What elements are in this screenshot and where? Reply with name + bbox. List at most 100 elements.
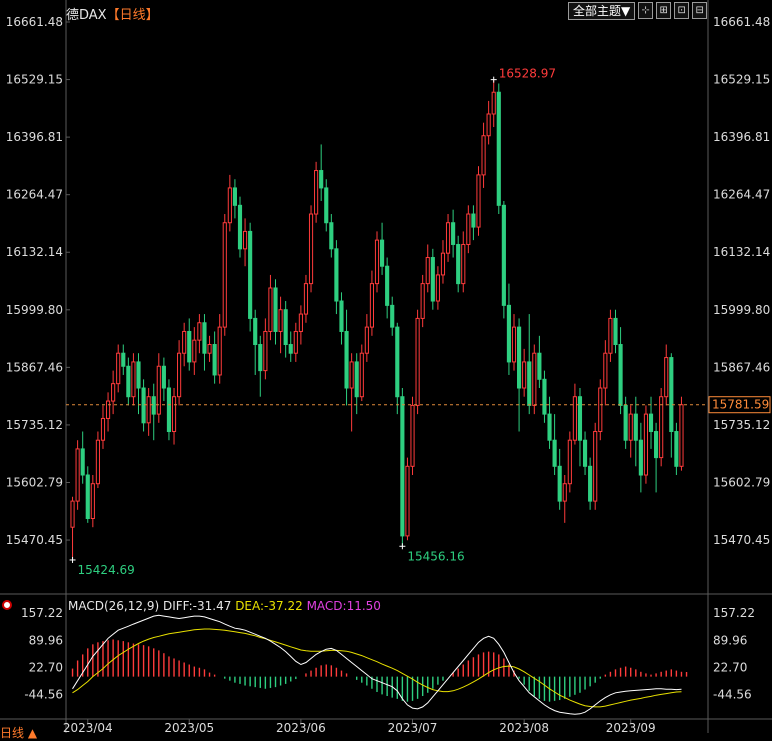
theme-select-button[interactable]: 全部主题▼ — [568, 2, 636, 20]
candle — [308, 213, 314, 285]
macd-tick-label-left: 157.22 — [21, 606, 63, 620]
candle — [659, 396, 664, 459]
toolbar: 全部主题▼ ⊹ ⊞ ⊡ ⊟ — [568, 2, 708, 20]
candle — [182, 330, 187, 354]
candle — [511, 326, 517, 363]
candle — [354, 361, 359, 398]
y-tick-label-left: 15735.12 — [6, 418, 63, 432]
candle — [588, 465, 593, 502]
candle — [212, 344, 217, 376]
y-tick-label-left: 16132.14 — [6, 245, 63, 259]
candle — [385, 265, 390, 306]
candle — [232, 187, 237, 206]
candle — [532, 352, 537, 406]
candle — [496, 91, 501, 206]
candle — [476, 174, 481, 228]
candle — [415, 317, 420, 406]
candle — [283, 309, 288, 346]
candle — [374, 239, 380, 285]
candle — [643, 413, 649, 476]
candle — [293, 330, 298, 354]
candle — [618, 344, 623, 406]
extreme-label: 15456.16 — [407, 549, 464, 563]
candle — [547, 413, 552, 441]
x-tick-label: 2023/06 — [276, 721, 326, 733]
y-tick-label-left: 15999.80 — [6, 303, 63, 317]
candle — [202, 322, 207, 354]
candle — [263, 330, 268, 372]
candle — [603, 352, 608, 389]
candle — [177, 352, 182, 398]
candle — [400, 396, 405, 537]
zoom-icon[interactable]: ⊡ — [674, 2, 690, 19]
candle — [628, 413, 633, 441]
candle — [582, 439, 588, 467]
candle — [105, 400, 111, 419]
candle — [100, 417, 106, 441]
candle — [613, 317, 618, 346]
candle — [95, 439, 100, 485]
candle — [608, 317, 613, 354]
candle — [171, 396, 177, 433]
y-tick-label-right: 15470.45 — [713, 533, 770, 547]
candle — [248, 230, 253, 319]
candle — [70, 500, 75, 528]
macd-tick-label-right: 22.70 — [713, 660, 747, 674]
extreme-label: 16528.97 — [499, 67, 556, 81]
candle — [288, 344, 293, 354]
candle — [552, 439, 557, 467]
candle — [461, 243, 466, 285]
macd-tick-label-right: 89.96 — [713, 633, 747, 647]
y-tick-label-right: 16264.47 — [713, 188, 770, 202]
candle — [80, 448, 85, 476]
candle — [501, 204, 506, 306]
candle — [481, 135, 486, 176]
candle — [349, 361, 354, 389]
candle — [430, 257, 435, 302]
indicator-dot-icon[interactable] — [2, 600, 12, 610]
candlestick-chart[interactable]: 15470.45 15470.45 15602.79 15602.79 15735.12… — [0, 0, 772, 733]
candle — [654, 431, 659, 459]
candle — [674, 431, 679, 467]
candle — [136, 361, 141, 389]
macd-tick-label-left: 22.70 — [29, 660, 63, 674]
y-tick-label-right: 15602.79 — [713, 475, 770, 489]
candle — [435, 274, 440, 302]
candle — [197, 322, 202, 341]
candle — [192, 339, 197, 363]
candle — [303, 283, 309, 315]
y-tick-label-right: 16396.81 — [713, 130, 770, 144]
period-tag: 【日线】 — [106, 8, 159, 23]
candle — [577, 396, 583, 441]
candle — [85, 474, 90, 520]
candle — [359, 352, 364, 398]
candle — [572, 396, 577, 441]
y-tick-label-left: 15602.79 — [6, 475, 63, 489]
candle — [542, 378, 547, 415]
candle — [116, 352, 121, 385]
candle — [451, 222, 456, 245]
candle-chart-icon[interactable]: ⊞ — [656, 2, 672, 19]
x-tick-label: 2023/09 — [606, 721, 656, 733]
candle — [440, 252, 446, 276]
candle — [369, 283, 374, 328]
macd-tick-label-left: 89.96 — [29, 633, 63, 647]
macd-diff-value: DIFF:-31.47 — [162, 599, 232, 613]
candle — [253, 317, 258, 346]
candle — [258, 344, 263, 372]
candle — [395, 326, 400, 398]
y-tick-label-left: 15470.45 — [6, 533, 63, 547]
extreme-label: 15424.69 — [78, 563, 135, 577]
candle — [471, 213, 476, 228]
crosshair-icon[interactable]: ⊹ — [638, 2, 654, 19]
candle — [598, 387, 603, 433]
candle — [669, 357, 674, 433]
candle — [638, 439, 643, 476]
fullscreen-icon[interactable]: ⊟ — [692, 2, 708, 19]
candle — [491, 91, 496, 115]
candle — [126, 365, 131, 398]
candle — [217, 326, 222, 376]
candle — [334, 248, 339, 302]
y-tick-label-left: 16264.47 — [6, 188, 63, 202]
candle — [146, 396, 151, 424]
